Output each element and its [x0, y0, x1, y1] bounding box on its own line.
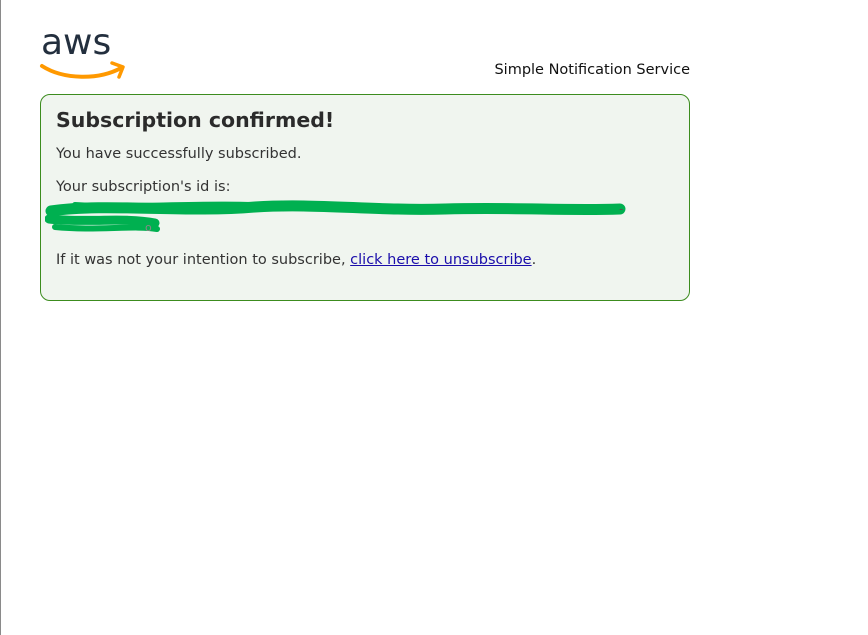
- service-name: Simple Notification Service: [494, 62, 690, 78]
- page-title: Subscription confirmed!: [56, 108, 335, 132]
- svg-text:o: o: [145, 221, 152, 234]
- page: aws Simple Notification Service Subscrip…: [0, 0, 868, 635]
- unsubscribe-line: If it was not your intention to subscrib…: [56, 252, 536, 268]
- redaction-scribble: - o: [45, 200, 626, 234]
- aws-logo-icon: aws: [40, 22, 125, 79]
- confirmation-panel: Subscription confirmed! You have success…: [40, 94, 690, 301]
- svg-text:-: -: [619, 202, 623, 216]
- aws-smile-icon: [40, 64, 123, 79]
- subscription-id-value: - o: [45, 199, 627, 235]
- unsubscribe-link[interactable]: click here to unsubscribe: [350, 252, 531, 268]
- unsubscribe-prefix: If it was not your intention to subscrib…: [56, 252, 351, 268]
- aws-logo: aws: [39, 22, 127, 82]
- success-message: You have successfully subscribed.: [56, 146, 302, 162]
- aws-logo-text: aws: [41, 22, 111, 63]
- unsubscribe-suffix: .: [531, 252, 537, 268]
- subscription-id-label: Your subscription's id is:: [56, 179, 231, 195]
